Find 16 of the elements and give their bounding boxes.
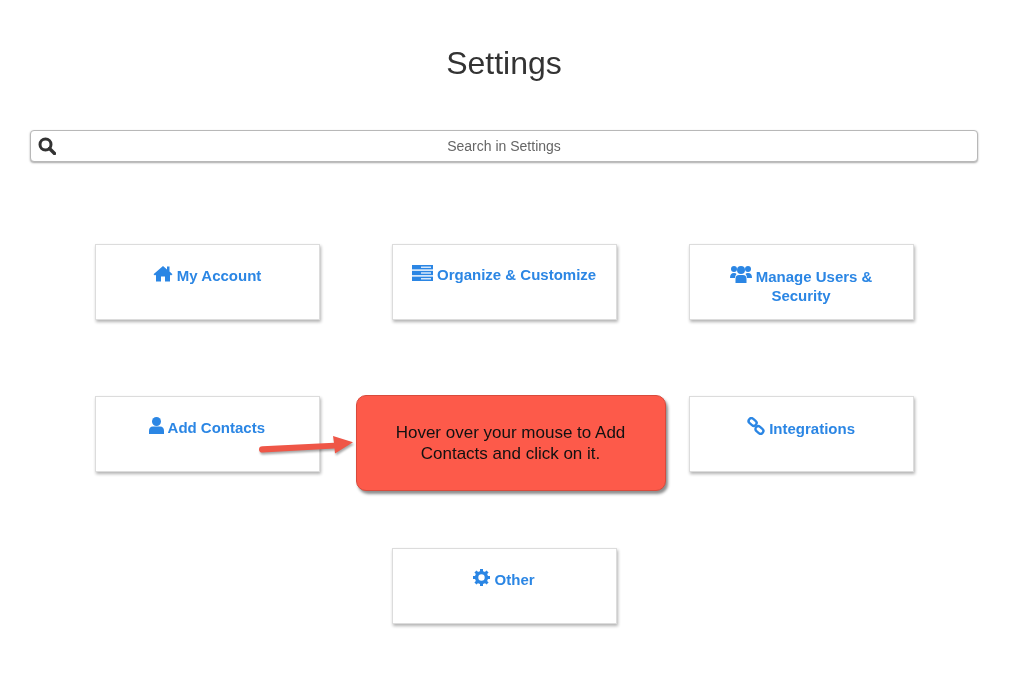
settings-card[interactable]: Organize & Customize bbox=[391, 244, 617, 320]
search-icon bbox=[38, 137, 56, 155]
settings-card[interactable]: Integrations bbox=[688, 396, 914, 472]
settings-card[interactable]: My Account bbox=[94, 244, 320, 320]
home-icon bbox=[152, 265, 173, 282]
stacked-bars-icon bbox=[411, 265, 433, 281]
search-field[interactable]: Search in Settings bbox=[30, 130, 978, 162]
gear-icon bbox=[473, 569, 491, 586]
settings-card[interactable]: Manage Users & Security bbox=[688, 244, 914, 320]
person-icon bbox=[148, 417, 164, 434]
chain-link-icon bbox=[747, 417, 765, 435]
settings-card[interactable]: Other bbox=[391, 548, 617, 624]
page-title: Settings bbox=[445, 44, 563, 82]
people-icon bbox=[729, 265, 752, 283]
instruction-callout: Hover over your mouse to Add Contacts and click on it. bbox=[355, 395, 666, 491]
settings-card[interactable]: Add Contacts bbox=[94, 396, 320, 472]
